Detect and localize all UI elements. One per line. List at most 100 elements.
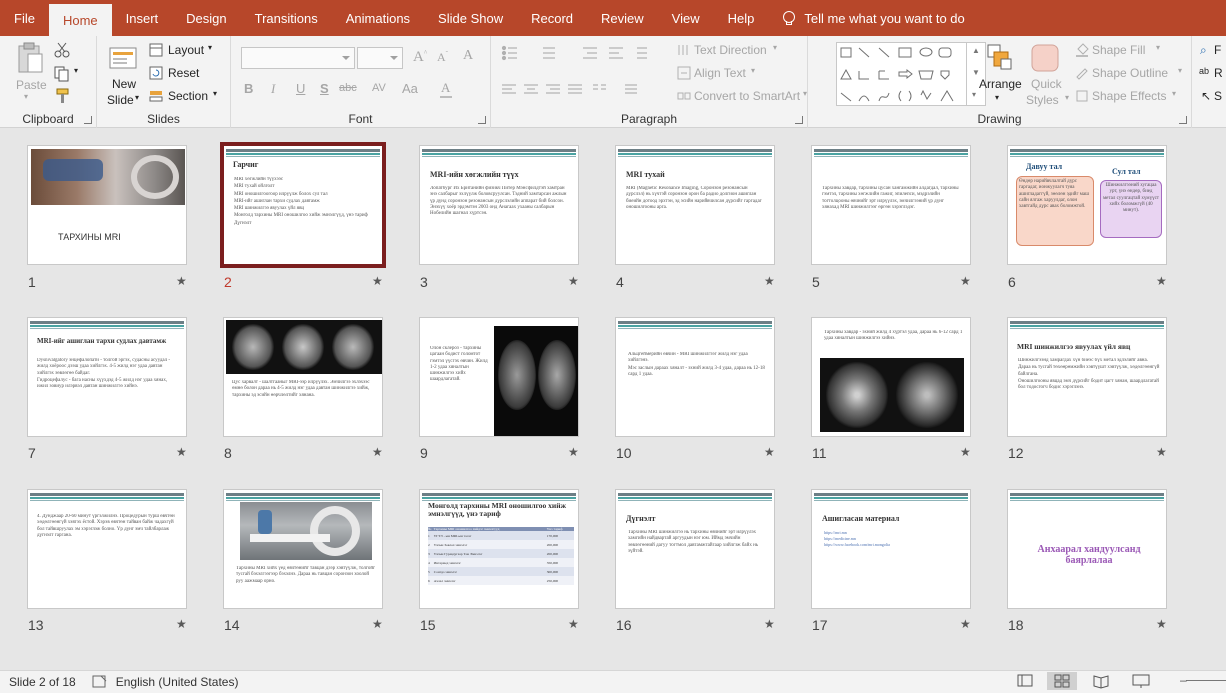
notes-icon[interactable] xyxy=(92,675,108,689)
text-direction-button[interactable]: Text Direction xyxy=(694,43,767,57)
format-painter-icon[interactable] xyxy=(54,88,70,104)
section-dropdown-icon[interactable]: ▾ xyxy=(213,89,217,98)
copy-dropdown-icon[interactable]: ▾ xyxy=(74,66,78,75)
transition-star-icon[interactable]: ★ xyxy=(372,445,383,459)
layout-dropdown-icon[interactable]: ▾ xyxy=(208,43,212,52)
paste-dropdown-icon[interactable]: ▾ xyxy=(24,92,28,101)
transition-star-icon[interactable]: ★ xyxy=(1156,274,1167,288)
reset-icon[interactable] xyxy=(149,66,163,80)
transition-star-icon[interactable]: ★ xyxy=(568,274,579,288)
slide-thumb-7[interactable]: MRI-ийг ашиглан тархи судлах давтамж Dys… xyxy=(27,317,187,437)
shadow-button[interactable]: S xyxy=(320,81,329,96)
decrease-font-icon[interactable]: Aˇ xyxy=(437,50,448,65)
alignment-buttons-icon[interactable] xyxy=(501,83,671,97)
transition-star-icon[interactable]: ★ xyxy=(176,617,187,631)
drawing-launcher-icon[interactable] xyxy=(1179,116,1187,124)
transition-star-icon[interactable]: ★ xyxy=(960,617,971,631)
shape-outline-button[interactable]: Shape Outline xyxy=(1092,66,1168,80)
slide-thumb-12[interactable]: MRI шинжилгээ явуулах үйл явц Шинжилгээн… xyxy=(1007,317,1167,437)
slideshow-view-button[interactable] xyxy=(1126,672,1156,690)
tell-me-box[interactable]: Tell me what you want to do xyxy=(768,10,965,26)
slide-thumb-8[interactable]: Цус харвалт - шалтгааныг MRI-ээр илрүүлэ… xyxy=(223,317,383,437)
transition-star-icon[interactable]: ★ xyxy=(568,445,579,459)
slide-thumb-11[interactable]: Тархины хавдар - эхний жилд 4 хүртэл уда… xyxy=(811,317,971,437)
tab-record[interactable]: Record xyxy=(517,0,587,36)
select-icon[interactable]: ↖ xyxy=(1201,89,1211,103)
text-direction-icon[interactable] xyxy=(677,43,691,57)
align-text-dropdown-icon[interactable]: ▾ xyxy=(751,66,755,75)
quick-styles-icon[interactable] xyxy=(1030,43,1060,73)
layout-icon[interactable] xyxy=(149,43,163,57)
transition-star-icon[interactable]: ★ xyxy=(176,445,187,459)
tab-animations[interactable]: Animations xyxy=(332,0,424,36)
copy-icon[interactable] xyxy=(54,66,70,82)
slide-thumb-2[interactable]: Гарчиг MRI хөгжлийн түүхээс MRI тухай ой… xyxy=(220,142,386,268)
cut-icon[interactable] xyxy=(54,42,70,58)
tab-help[interactable]: Help xyxy=(714,0,769,36)
slide-thumb-16[interactable]: Дүгнэлт Тархины MRI шинжилгээ нь тархины… xyxy=(615,489,775,609)
slide-thumb-3[interactable]: MRI-ийн хөгжлийн түүх Лопатбург Их Брита… xyxy=(419,145,579,265)
align-text-button[interactable]: Align Text xyxy=(694,66,746,80)
font-launcher-icon[interactable] xyxy=(478,116,486,124)
transition-star-icon[interactable]: ★ xyxy=(1156,617,1167,631)
scroll-down-icon[interactable]: ▼ xyxy=(972,68,980,77)
transition-star-icon[interactable]: ★ xyxy=(372,617,383,631)
tab-insert[interactable]: Insert xyxy=(112,0,173,36)
shape-outline-icon[interactable] xyxy=(1075,66,1089,80)
tab-view[interactable]: View xyxy=(658,0,714,36)
find-icon[interactable]: ⌕ xyxy=(1200,43,1207,58)
change-case-button[interactable]: Aa xyxy=(402,81,418,96)
slide-thumb-5[interactable]: Тархины хавдар, тархины цусан хангамжийн… xyxy=(811,145,971,265)
smartart-icon[interactable] xyxy=(677,89,691,103)
section-icon[interactable] xyxy=(149,89,163,103)
section-button[interactable]: Section xyxy=(168,89,208,103)
bold-button[interactable]: B xyxy=(244,81,253,96)
normal-view-button[interactable] xyxy=(1010,672,1040,690)
arrange-icon[interactable] xyxy=(985,43,1015,73)
slide-thumb-17[interactable]: Ашигласан материал https://mri.mn https:… xyxy=(811,489,971,609)
slide-thumb-13[interactable]: 4. Дунджаар 20-60 минут үргэлжилнэ. Проц… xyxy=(27,489,187,609)
slide-thumb-15[interactable]: Монголд тархины MRI оношилгоо хийж эмнэл… xyxy=(419,489,579,609)
tab-home[interactable]: Home xyxy=(48,4,112,36)
shape-fill-button[interactable]: Shape Fill xyxy=(1092,43,1145,57)
slide-thumb-10[interactable]: Альцгеймерийн өвчин - MRI шинжилгээг жил… xyxy=(615,317,775,437)
transition-star-icon[interactable]: ★ xyxy=(568,617,579,631)
slide-thumb-1[interactable]: ТАРХИНЫ MRI xyxy=(27,145,187,265)
slide-thumb-6[interactable]: Давуу тал Сул тал Өндөр нарийвчлалтай дү… xyxy=(1007,145,1167,265)
transition-star-icon[interactable]: ★ xyxy=(764,617,775,631)
shape-fill-icon[interactable] xyxy=(1075,43,1089,57)
shapes-scroll[interactable]: ▲ ▼ ▾ xyxy=(966,42,984,106)
new-slide-icon[interactable] xyxy=(108,42,138,76)
increase-font-icon[interactable]: A^ xyxy=(413,49,427,66)
convert-smartart-button[interactable]: Convert to SmartArt xyxy=(694,89,800,103)
clipboard-launcher-icon[interactable] xyxy=(84,116,92,124)
zoom-out-icon[interactable]: – xyxy=(1180,673,1187,687)
slide-sorter-view-button[interactable] xyxy=(1047,672,1077,690)
transition-star-icon[interactable]: ★ xyxy=(372,274,383,288)
transition-star-icon[interactable]: ★ xyxy=(1156,445,1167,459)
shape-effects-icon[interactable] xyxy=(1075,89,1089,103)
layout-button[interactable]: Layout xyxy=(168,43,204,57)
zoom-slider[interactable] xyxy=(1186,680,1226,681)
replace-button[interactable]: R xyxy=(1214,66,1223,80)
paste-label[interactable]: Paste xyxy=(16,78,47,92)
replace-icon[interactable]: ab xyxy=(1199,66,1209,76)
transition-star-icon[interactable]: ★ xyxy=(960,445,971,459)
tab-file[interactable]: File xyxy=(0,0,49,36)
character-spacing-button[interactable]: AV xyxy=(372,82,386,94)
shape-fill-dropdown-icon[interactable]: ▾ xyxy=(1156,43,1160,52)
reading-view-button[interactable] xyxy=(1086,672,1116,690)
text-direction-dropdown-icon[interactable]: ▾ xyxy=(773,43,777,52)
transition-star-icon[interactable]: ★ xyxy=(764,445,775,459)
slide-thumb-14[interactable]: Тархины MRI хийх үед өвчтөнийг тавцан дэ… xyxy=(223,489,383,609)
transition-star-icon[interactable]: ★ xyxy=(960,274,971,288)
new-slide-label-2[interactable]: Slide xyxy=(107,93,134,107)
font-name-combo[interactable] xyxy=(241,47,355,69)
strikethrough-button[interactable]: abc xyxy=(339,82,357,94)
underline-button[interactable]: U xyxy=(296,81,305,96)
language-status[interactable]: English (United States) xyxy=(116,675,239,689)
italic-button[interactable]: I xyxy=(271,81,275,97)
tab-slide-show[interactable]: Slide Show xyxy=(424,0,517,36)
quick-styles-dropdown-icon[interactable]: ▾ xyxy=(1065,93,1069,102)
scroll-up-icon[interactable]: ▲ xyxy=(972,46,980,55)
